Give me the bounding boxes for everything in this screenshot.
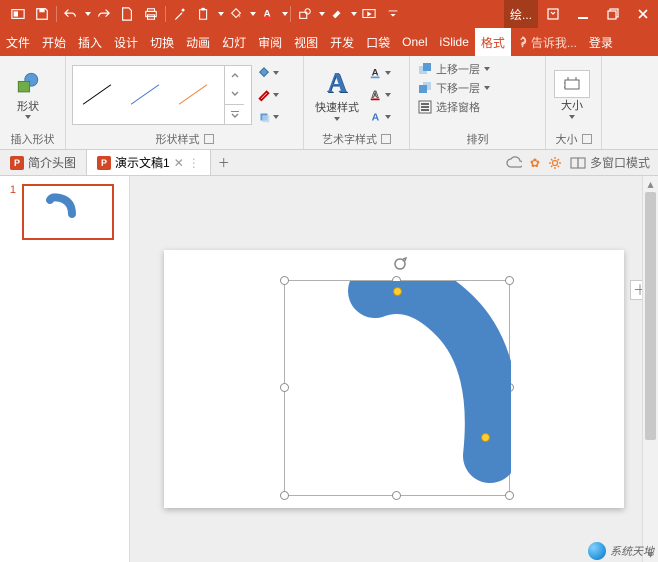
text-fill-button[interactable]: A (368, 63, 392, 83)
slide-canvas[interactable]: ＋ ▴ ▾ 系统天地 (130, 176, 658, 562)
size-dialog-icon[interactable] (582, 134, 592, 144)
new-file-icon[interactable] (115, 2, 139, 26)
tab-slideshow[interactable]: 幻灯 (216, 28, 252, 56)
wordart-A-icon: A (327, 68, 347, 100)
tab-format[interactable]: 格式 (475, 28, 511, 56)
shapes-label: 形状 (17, 101, 39, 113)
new-tab-button[interactable]: ＋ (211, 150, 237, 175)
multi-window-label: 多窗口模式 (590, 154, 650, 171)
tab-animations[interactable]: 动画 (180, 28, 216, 56)
gallery-scroll-down-icon[interactable] (225, 85, 244, 104)
shape-effects-button[interactable] (256, 107, 280, 127)
print-icon[interactable] (139, 2, 163, 26)
tab-transitions[interactable]: 切换 (144, 28, 180, 56)
app-icon[interactable] (6, 2, 30, 26)
group-arrange: 排列 (416, 129, 539, 147)
send-backward-label: 下移一层 (436, 80, 480, 96)
tab-pocket[interactable]: 口袋 (360, 28, 396, 56)
slide[interactable]: ＋ (164, 250, 624, 508)
size-icon (554, 70, 590, 98)
shapes-gallery-button[interactable]: 形状 (6, 62, 50, 128)
paste-dropdown[interactable] (192, 2, 224, 26)
restore-button[interactable] (598, 0, 628, 28)
shapes-dropdown[interactable] (293, 2, 325, 26)
close-button[interactable] (628, 0, 658, 28)
doc-tab-1-label: 简介头图 (28, 154, 76, 171)
gear-icon[interactable] (548, 156, 562, 170)
close-tab-icon[interactable]: ✕ (174, 156, 184, 170)
group-wordart: 艺术字样式 (322, 131, 377, 147)
minimize-button[interactable] (568, 0, 598, 28)
group-size: 大小 (556, 131, 578, 147)
save-icon[interactable] (30, 2, 54, 26)
scrollbar-thumb[interactable] (645, 192, 656, 440)
doc-tab-1[interactable]: P 简介头图 (0, 150, 87, 175)
shape-style-gallery[interactable] (72, 65, 252, 125)
flower-icon[interactable]: ✿ (530, 156, 540, 170)
tab-home[interactable]: 开始 (36, 28, 72, 56)
doc-tab-2-label: 演示文稿1 (115, 154, 170, 171)
brush-dropdown[interactable] (325, 2, 357, 26)
watermark-text: 系统天地 (610, 543, 654, 559)
group-insert-shape: 插入形状 (6, 129, 59, 147)
eyedropper-icon[interactable] (168, 2, 192, 26)
bring-forward-label: 上移一层 (436, 61, 480, 77)
rotate-handle-icon[interactable] (392, 256, 408, 272)
sign-in[interactable]: 登录 (583, 28, 619, 56)
selection-box[interactable] (284, 280, 510, 496)
fill-dropdown[interactable] (224, 2, 256, 26)
curved-arc-shape[interactable] (285, 281, 511, 497)
selection-pane-button[interactable]: 选择窗格 (416, 98, 539, 116)
ppt-file-icon: P (10, 156, 24, 170)
text-effects-button[interactable]: A (368, 107, 392, 127)
gallery-more-icon[interactable] (225, 104, 244, 124)
wordart-quick-label: 快速样式 (315, 102, 359, 114)
bring-forward-button[interactable]: 上移一层 (416, 60, 539, 78)
watermark: 系统天地 (588, 542, 654, 560)
wordart-dialog-icon[interactable] (381, 134, 391, 144)
tab-review[interactable]: 审阅 (252, 28, 288, 56)
svg-text:A: A (372, 111, 380, 123)
tell-me-label: 告诉我... (531, 34, 577, 51)
tab-view[interactable]: 视图 (288, 28, 324, 56)
contextual-tab-draw[interactable]: 绘... (504, 0, 538, 28)
shapes-icon (15, 70, 41, 99)
shape-fill-button[interactable] (256, 63, 280, 83)
slide-number: 1 (6, 184, 16, 196)
adjust-handle[interactable] (393, 287, 402, 296)
slide-thumbnail-1[interactable] (22, 184, 114, 240)
tab-islide[interactable]: iSlide (434, 28, 475, 56)
qat-more-icon[interactable] (381, 2, 405, 26)
size-label: 大小 (561, 100, 583, 112)
ribbon-options-icon[interactable] (538, 0, 568, 28)
scroll-up-icon[interactable]: ▴ (643, 176, 658, 192)
wordart-quick-styles-button[interactable]: A 快速样式 (310, 62, 364, 128)
redo-button[interactable] (91, 2, 115, 26)
tab-insert[interactable]: 插入 (72, 28, 108, 56)
shape-outline-button[interactable] (256, 85, 280, 105)
adjust-handle[interactable] (481, 433, 490, 442)
undo-button[interactable] (59, 2, 91, 26)
slide-thumbnails-panel: 1 (0, 176, 130, 562)
tell-me[interactable]: 告诉我... (511, 28, 583, 56)
tab-design[interactable]: 设计 (108, 28, 144, 56)
selection-pane-label: 选择窗格 (436, 99, 480, 115)
group-shape-styles: 形状样式 (156, 131, 200, 147)
shape-styles-dialog-icon[interactable] (204, 134, 214, 144)
ppt-file-icon: P (97, 156, 111, 170)
font-color-dropdown[interactable]: A (256, 2, 288, 26)
size-button[interactable]: 大小 (552, 62, 592, 128)
slideshow-icon[interactable] (357, 2, 381, 26)
tab-onekey[interactable]: Onel (396, 28, 433, 56)
globe-icon (588, 542, 606, 560)
send-backward-button[interactable]: 下移一层 (416, 79, 539, 97)
tab-file[interactable]: 文件 (0, 28, 36, 56)
text-outline-button[interactable]: A (368, 85, 392, 105)
tab-developer[interactable]: 开发 (324, 28, 360, 56)
multi-window-button[interactable]: 多窗口模式 (570, 154, 650, 171)
vertical-scrollbar[interactable]: ▴ ▾ (642, 176, 658, 562)
doc-tab-2[interactable]: P演示文稿1✕⋮ (87, 150, 211, 175)
gallery-scroll-up-icon[interactable] (225, 66, 244, 85)
cloud-icon[interactable] (506, 156, 522, 170)
